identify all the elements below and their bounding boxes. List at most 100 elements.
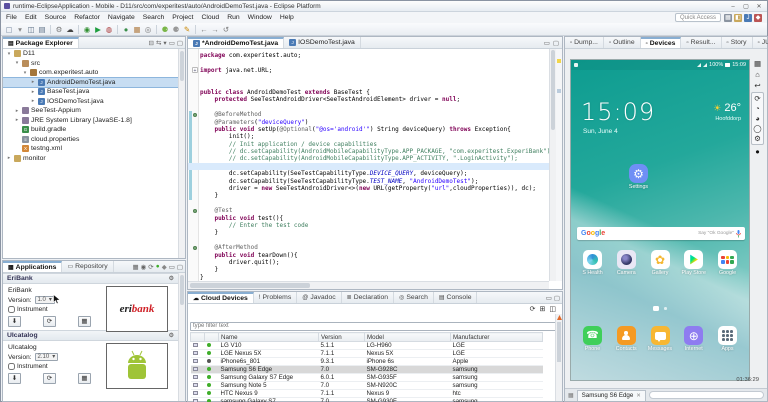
app-play-store[interactable]: Play Store (677, 250, 710, 276)
cloud-button[interactable]: ☁ (65, 24, 75, 35)
tree-arrow-icon[interactable]: ▸ (30, 79, 36, 85)
menu-file[interactable]: File (6, 14, 17, 21)
menu-project[interactable]: Project (172, 14, 193, 21)
tree-item-d11[interactable]: ▾ D11 (3, 49, 178, 59)
tab-console[interactable]: ▤ Console (434, 292, 478, 303)
maximize-icon[interactable]: ▢ (554, 294, 560, 302)
close-button[interactable]: ✕ (754, 2, 764, 10)
record-button[interactable]: ✎ (182, 24, 192, 35)
install-button[interactable]: ⬇ (8, 316, 21, 327)
maximize-icon[interactable]: ▢ (177, 263, 183, 271)
package-tree-scrollbar[interactable] (178, 49, 185, 258)
quick-access-box[interactable]: Quick Access (674, 13, 721, 22)
instrument-checkbox[interactable] (8, 363, 15, 370)
app-gallery[interactable]: ✿ Gallery (644, 250, 677, 276)
app-camera[interactable]: Camera (610, 250, 643, 276)
menu-edit[interactable]: Edit (25, 14, 37, 21)
editor-tab--androiddemotest-java[interactable]: J *AndroidDemoTest.java (188, 37, 285, 48)
column-header[interactable]: Manufacturer (450, 332, 543, 342)
table-row[interactable]: samsung Galaxy S7 7.0 SM-G930F samsung (190, 397, 543, 402)
app-s-health[interactable]: S Health (576, 250, 609, 276)
tab-story[interactable]: ▫ Story (722, 37, 753, 48)
table-row[interactable]: Samsung Galaxy S7 Edge 6.0.1 SM-G935F samsu… (190, 373, 543, 382)
user-icon[interactable]: ◉ (141, 263, 147, 271)
tree-item-jre-system-library-javase-1-8-[interactable]: ▸ JRE System Library [JavaSE-1.8] (3, 116, 178, 126)
sync-button[interactable]: ⟳ (43, 373, 56, 384)
editor-horizontal-scrollbar[interactable] (188, 281, 549, 289)
run-button[interactable]: ▶ (93, 24, 103, 35)
mic-icon[interactable] (736, 229, 741, 238)
tree-item-cloud-properties[interactable]: ≡ cloud.properties (3, 135, 178, 145)
tab-problems[interactable]: ! Problems (254, 292, 298, 303)
tree-item-seetest-appium[interactable]: ▸ SeeTest-Appium (3, 106, 178, 116)
volume-down-icon[interactable]: ◕ (755, 114, 760, 123)
menu-icon[interactable]: ▦ (754, 59, 761, 68)
minimize-button[interactable]: – (728, 2, 738, 10)
column-header[interactable] (190, 332, 205, 342)
tree-item-monitor[interactable]: ▸ monitor (3, 154, 178, 164)
java-perspective[interactable]: J (744, 13, 752, 22)
debug-button[interactable]: ◉ (82, 24, 92, 35)
tab-result[interactable]: ▫ Result... (681, 37, 722, 48)
dock-contacts[interactable]: Contacts (610, 326, 643, 352)
table-row[interactable]: HTC Nexus 9 7.1.1 Nexus 9 htc (190, 389, 543, 398)
table-row[interactable]: Samsung S6 Edge 7.0 SM-G928C samsung (190, 365, 543, 374)
save-button[interactable]: ◫ (26, 24, 36, 35)
new-package-button[interactable]: ▦ (132, 24, 142, 35)
google-search-bar[interactable]: Google Say "Ok Google" (577, 227, 745, 240)
volume-up-icon[interactable]: ◔ (755, 104, 760, 113)
link-editor-icon[interactable]: ⇆ (156, 39, 161, 47)
tree-arrow-icon[interactable]: ▸ (14, 117, 20, 123)
package-explorer-tab[interactable]: ▤ Package Explorer (3, 37, 79, 48)
maximize-button[interactable]: ▢ (741, 2, 751, 10)
device-tab[interactable]: Samsung S6 Edge ✕ (576, 389, 646, 401)
coverage-button[interactable]: ◍ (104, 24, 114, 35)
android-status-icon[interactable]: ● (156, 263, 160, 270)
grid-icon[interactable]: ▦ (132, 263, 138, 271)
app-google[interactable]: Google (711, 250, 744, 276)
tab-devices[interactable]: ▫ Devices (640, 37, 682, 48)
print-button[interactable]: ▤ (37, 24, 47, 35)
tree-item-src[interactable]: ▾ src (3, 59, 178, 69)
tree-item-iosdemotest-java[interactable]: ▸ J IOSDemoTest.java (3, 97, 178, 107)
record-icon[interactable]: ● (755, 147, 760, 156)
tree-item-testng-xml[interactable]: Xtestng.xml (3, 144, 178, 154)
column-header[interactable]: Name (218, 332, 319, 342)
install-button[interactable]: ⬇ (8, 373, 21, 384)
version-select[interactable]: 2.10 ▾ (34, 353, 59, 361)
tree-arrow-icon[interactable]: ▸ (30, 89, 36, 95)
instrument-checkbox[interactable] (8, 306, 15, 313)
maximize-icon[interactable]: ▢ (553, 39, 559, 47)
table-row[interactable]: LGE Nexus 5X 7.1.1 Nexus 5X LGE (190, 349, 543, 358)
device-screen[interactable]: 100% 15:09 15:09 Sun, June 4 ☀ 26° Hoofd… (570, 59, 750, 381)
tab-junit[interactable]: ▫JUnit (753, 37, 768, 48)
table-row[interactable]: LG V10 5.1.1 LG-H960 LGE (190, 341, 543, 350)
grid-button[interactable]: ▦ (78, 316, 91, 327)
minimize-icon[interactable]: ▭ (544, 39, 550, 47)
tab-cloud-devices[interactable]: ☁ Cloud Devices (188, 292, 254, 303)
settings-icon[interactable]: ⚙ (754, 134, 761, 143)
resource-perspective[interactable]: ◧ (734, 13, 742, 22)
editor-tab-iosdemotest-java[interactable]: J IOSDemoTest.java (284, 37, 361, 48)
table-row[interactable]: iPhone6s_801 9.3.1 iPhone 6s Apple (190, 357, 543, 366)
tree-arrow-icon[interactable]: ▾ (22, 70, 28, 76)
weather-widget[interactable]: ☀ 26° Hoofddorp (713, 102, 741, 122)
android-button[interactable]: ⚈ (160, 24, 170, 35)
new-class-button[interactable]: ● (121, 24, 131, 35)
tab-repository[interactable]: ▭ Repository (62, 261, 114, 272)
refresh-icon[interactable]: ⟳ (148, 263, 153, 271)
close-device-icon[interactable]: ✕ (636, 393, 641, 399)
menu-source[interactable]: Source (45, 14, 67, 21)
apple-button[interactable]: ⚈ (171, 24, 181, 35)
tab-applications[interactable]: ▦ Applications (3, 261, 63, 272)
build-button[interactable]: ⚙ (54, 24, 64, 35)
minimize-icon[interactable]: ▭ (169, 263, 175, 271)
menu-search[interactable]: Search (143, 14, 165, 21)
tree-arrow-icon[interactable]: ▾ (6, 51, 12, 57)
sync-button[interactable]: ⟳ (43, 316, 56, 327)
editor-vertical-scrollbar[interactable] (549, 49, 556, 281)
search-button[interactable]: ◎ (143, 24, 153, 35)
column-header[interactable]: Model (364, 332, 451, 342)
minimize-icon[interactable]: ▭ (546, 294, 552, 302)
column-header[interactable]: Version (318, 332, 365, 342)
